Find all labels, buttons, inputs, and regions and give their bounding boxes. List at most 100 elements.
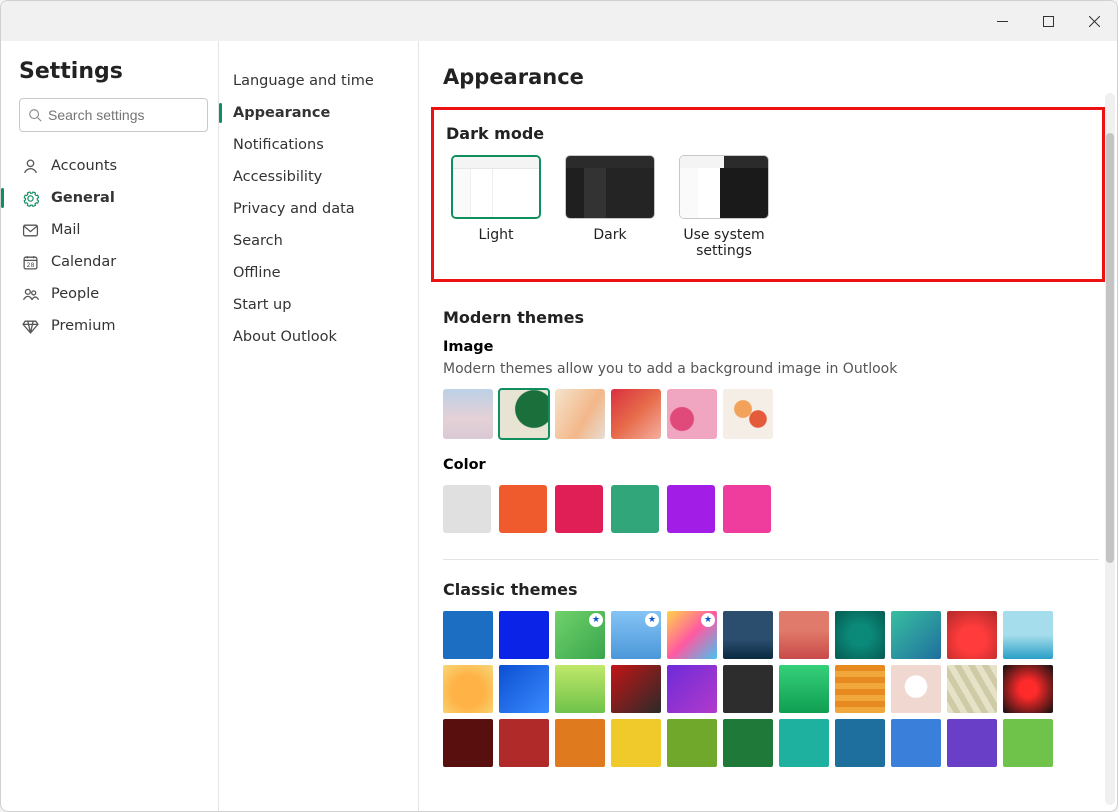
- scrollbar[interactable]: [1105, 93, 1115, 805]
- subnav-item-privacy-and-data[interactable]: Privacy and data: [219, 193, 408, 225]
- image-subtitle: Image: [443, 339, 1099, 355]
- settings-title: Settings: [19, 59, 208, 84]
- image-description: Modern themes allow you to add a backgro…: [443, 361, 1099, 377]
- classic-theme-swatch[interactable]: [835, 611, 885, 659]
- search-settings-field[interactable]: [48, 107, 229, 123]
- nav-item-mail[interactable]: Mail: [19, 214, 208, 246]
- nav-item-premium[interactable]: Premium: [19, 310, 208, 342]
- classic-theme-swatch[interactable]: ★: [611, 611, 661, 659]
- classic-theme-swatch[interactable]: [723, 611, 773, 659]
- classic-theme-swatch[interactable]: [499, 665, 549, 713]
- classic-theme-swatch[interactable]: [947, 665, 997, 713]
- divider: [443, 559, 1099, 560]
- page-title: Appearance: [443, 65, 1099, 89]
- maximize-button[interactable]: [1025, 5, 1071, 37]
- modern-theme-colors: [443, 485, 1099, 533]
- theme-image-3[interactable]: [555, 389, 605, 439]
- classic-theme-swatch[interactable]: [443, 665, 493, 713]
- subnav-item-search[interactable]: Search: [219, 225, 408, 257]
- classic-theme-swatch[interactable]: [891, 665, 941, 713]
- dark-mode-option-dark[interactable]: Dark: [560, 155, 660, 259]
- color-swatch-2[interactable]: [499, 485, 547, 533]
- classic-theme-swatch[interactable]: [1003, 665, 1053, 713]
- scrollbar-thumb[interactable]: [1106, 133, 1114, 563]
- subnav-item-about-outlook[interactable]: About Outlook: [219, 321, 408, 353]
- gear-icon: [19, 190, 41, 207]
- classic-theme-swatch[interactable]: [723, 665, 773, 713]
- classic-theme-swatch[interactable]: [611, 665, 661, 713]
- nav-item-calendar[interactable]: 28 Calendar: [19, 246, 208, 278]
- classic-theme-swatch[interactable]: [555, 665, 605, 713]
- color-swatch-3[interactable]: [555, 485, 603, 533]
- color-swatch-6[interactable]: [723, 485, 771, 533]
- classic-theme-swatch[interactable]: [555, 719, 605, 767]
- classic-themes-title: Classic themes: [443, 580, 1099, 599]
- subnav-item-accessibility[interactable]: Accessibility: [219, 161, 408, 193]
- classic-theme-swatch[interactable]: [667, 719, 717, 767]
- subnav-item-notifications[interactable]: Notifications: [219, 129, 408, 161]
- classic-theme-swatch[interactable]: [611, 719, 661, 767]
- subnav-item-start-up[interactable]: Start up: [219, 289, 408, 321]
- classic-theme-swatch[interactable]: [891, 719, 941, 767]
- classic-theme-swatch[interactable]: [779, 611, 829, 659]
- color-swatch-5[interactable]: [667, 485, 715, 533]
- system-mode-label: Use system settings: [674, 227, 774, 259]
- settings-window: Settings Accounts General Mail 28 Calendar Pe…: [0, 0, 1118, 812]
- dark-mode-option-system[interactable]: Use system settings: [674, 155, 774, 259]
- search-icon: [28, 108, 42, 122]
- star-badge-icon: ★: [701, 613, 715, 627]
- svg-text:28: 28: [26, 260, 34, 268]
- nav-item-label: Mail: [51, 222, 80, 238]
- classic-theme-swatch[interactable]: [835, 665, 885, 713]
- classic-theme-swatch[interactable]: ★: [555, 611, 605, 659]
- color-swatch-4[interactable]: [611, 485, 659, 533]
- search-settings-input[interactable]: [19, 98, 208, 132]
- theme-image-2[interactable]: [499, 389, 549, 439]
- light-mode-label: Light: [446, 227, 546, 243]
- classic-theme-swatch[interactable]: [835, 719, 885, 767]
- subnav-item-appearance[interactable]: Appearance: [219, 97, 408, 129]
- nav-secondary-list: Language and timeAppearanceNotifications…: [219, 65, 408, 353]
- person-icon: [19, 158, 41, 175]
- color-swatch-1[interactable]: [443, 485, 491, 533]
- mail-icon: [19, 222, 41, 239]
- close-button[interactable]: [1071, 5, 1117, 37]
- classic-theme-swatch[interactable]: [499, 719, 549, 767]
- color-subtitle: Color: [443, 457, 1099, 473]
- modern-theme-images: [443, 389, 1099, 439]
- nav-item-accounts[interactable]: Accounts: [19, 150, 208, 182]
- nav-item-label: General: [51, 190, 115, 206]
- system-mode-preview: [679, 155, 769, 219]
- classic-theme-swatch[interactable]: [723, 719, 773, 767]
- nav-item-label: People: [51, 286, 99, 302]
- subnav-item-offline[interactable]: Offline: [219, 257, 408, 289]
- theme-image-4[interactable]: [611, 389, 661, 439]
- classic-theme-swatch[interactable]: [779, 719, 829, 767]
- nav-primary-list: Accounts General Mail 28 Calendar People Premi…: [19, 150, 208, 342]
- classic-theme-swatch[interactable]: ★: [667, 611, 717, 659]
- classic-theme-swatch[interactable]: [499, 611, 549, 659]
- minimize-button[interactable]: [979, 5, 1025, 37]
- classic-theme-swatch[interactable]: [1003, 611, 1053, 659]
- theme-image-6[interactable]: [723, 389, 773, 439]
- classic-theme-swatch[interactable]: [779, 665, 829, 713]
- classic-theme-swatch[interactable]: [1003, 719, 1053, 767]
- nav-item-general[interactable]: General: [19, 182, 208, 214]
- classic-theme-swatch[interactable]: [443, 719, 493, 767]
- star-badge-icon: ★: [645, 613, 659, 627]
- classic-theme-swatch[interactable]: [667, 665, 717, 713]
- nav-item-people[interactable]: People: [19, 278, 208, 310]
- light-mode-preview: [451, 155, 541, 219]
- nav-item-label: Accounts: [51, 158, 117, 174]
- theme-image-5[interactable]: [667, 389, 717, 439]
- diamond-icon: [19, 318, 41, 335]
- sidebar-secondary: Language and timeAppearanceNotifications…: [219, 41, 419, 811]
- classic-theme-swatch[interactable]: [947, 719, 997, 767]
- classic-theme-swatch[interactable]: [947, 611, 997, 659]
- nav-item-label: Calendar: [51, 254, 116, 270]
- theme-image-1[interactable]: [443, 389, 493, 439]
- dark-mode-option-light[interactable]: Light: [446, 155, 546, 259]
- classic-theme-swatch[interactable]: [891, 611, 941, 659]
- subnav-item-language-and-time[interactable]: Language and time: [219, 65, 408, 97]
- classic-theme-swatch[interactable]: [443, 611, 493, 659]
